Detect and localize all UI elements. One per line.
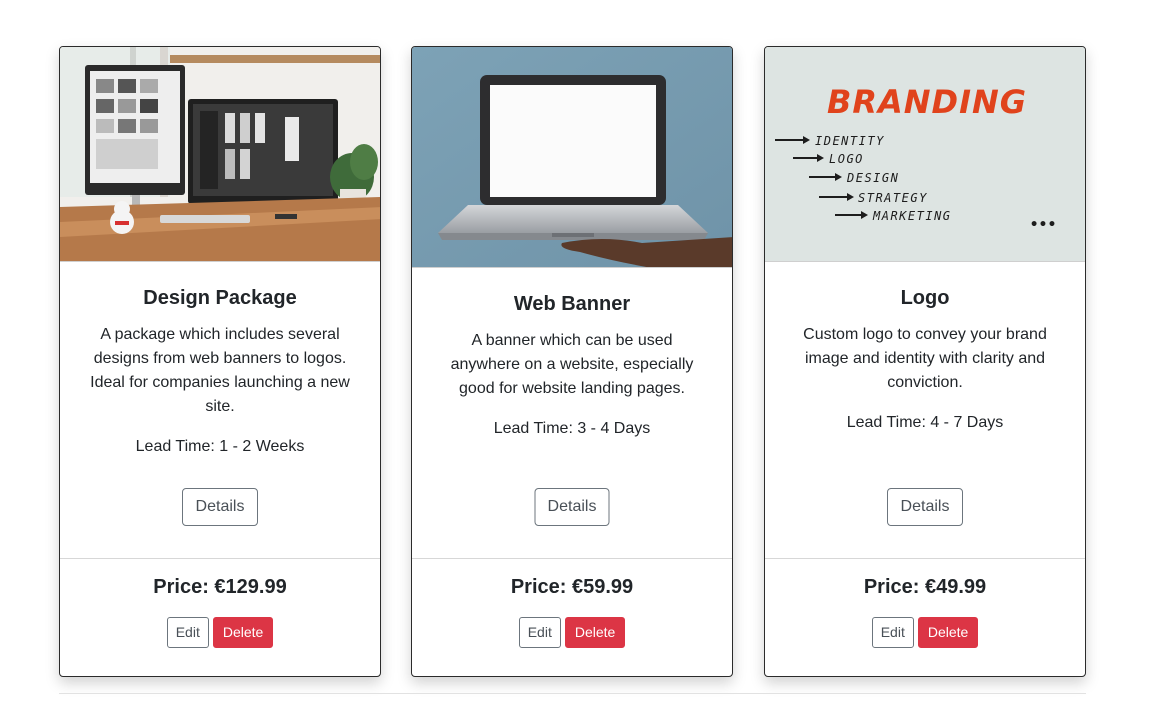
product-price: Price: €129.99 [153,576,287,598]
branding-item-text: STRATEGY [858,191,928,205]
card-actions: Edit Delete [765,617,1085,648]
branding-item-text: DESIGN [846,171,899,185]
product-description: A banner which can be used anywhere on a… [450,332,694,397]
delete-button[interactable]: Delete [917,617,979,648]
lead-time: Lead Time: 1 - 2 Weeks [135,438,305,455]
edit-button[interactable]: Edit [518,617,561,648]
product-card: Design Package A package which includes … [59,46,381,677]
card-footer: Price: €129.99 Edit Delete [60,558,380,676]
product-description: A package which includes several designs… [90,326,350,415]
details-button[interactable]: Details [534,488,610,526]
bottom-divider [59,693,1086,694]
lead-time: Lead Time: 3 - 4 Days [493,420,651,437]
edit-button[interactable]: Edit [871,617,914,648]
delete-button[interactable]: Delete [212,617,274,648]
branding-item-text: MARKETING [872,209,952,223]
card-actions: Edit Delete [60,617,380,648]
product-image-desk-monitors [60,47,380,262]
product-card: Web Banner A banner which can be used an… [411,46,733,677]
product-image-laptop-held [412,47,732,268]
edit-button[interactable]: Edit [166,617,209,648]
card-body: Logo Custom logo to convey your brand im… [765,285,1085,435]
product-description: Custom logo to convey your brand image a… [803,326,1047,391]
product-card: BRANDING IDENTITY LOGO DESIGN STRATEGY M… [764,46,1086,677]
branding-item-text: LOGO [829,152,864,166]
product-title: Logo [900,287,950,309]
product-title: Web Banner [513,293,631,315]
card-footer: Price: €49.99 Edit Delete [765,558,1085,676]
branding-item-text: IDENTITY [815,134,885,148]
delete-button[interactable]: Delete [564,617,626,648]
branding-ellipsis-text: ••• [1030,217,1057,233]
lead-time: Lead Time: 4 - 7 Days [846,414,1004,431]
card-footer: Price: €59.99 Edit Delete [412,558,732,676]
product-price: Price: €59.99 [510,576,634,598]
card-body: Design Package A package which includes … [60,285,380,459]
branding-heading-text: BRANDING [827,83,1027,121]
card-actions: Edit Delete [412,617,732,648]
product-image-branding-whiteboard: BRANDING IDENTITY LOGO DESIGN STRATEGY M… [765,47,1085,262]
details-button[interactable]: Details [887,488,963,526]
product-title: Design Package [143,287,297,309]
product-price: Price: €49.99 [863,576,987,598]
card-body: Web Banner A banner which can be used an… [412,291,732,441]
details-button[interactable]: Details [182,488,258,526]
